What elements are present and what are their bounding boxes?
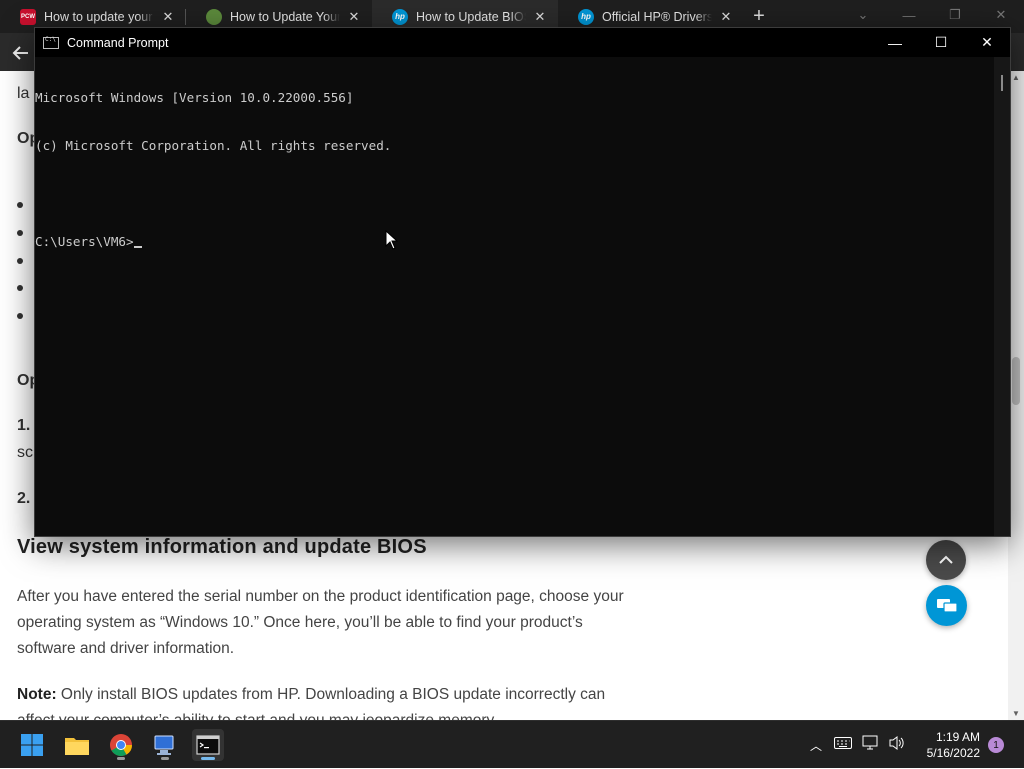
command-prompt-icon: [43, 36, 59, 49]
close-icon[interactable]: ✕: [718, 9, 734, 25]
bullet: [17, 285, 23, 291]
scroll-to-top-button[interactable]: [926, 540, 966, 580]
tab-title: Official HP® Drivers and Software: [602, 9, 712, 24]
clock-time: 1:19 AM: [935, 730, 980, 744]
tab-title: How to update your PC: [44, 9, 154, 24]
text-fragment: la: [17, 85, 30, 102]
minimize-icon[interactable]: —: [886, 0, 932, 30]
restore-icon[interactable]: ❐: [932, 0, 978, 30]
paragraph: After you have entered the serial number…: [17, 588, 624, 657]
notification-badge[interactable]: 1: [988, 737, 1004, 753]
scrollbar-thumb[interactable]: [1001, 75, 1003, 91]
clock-date: 5/16/2022: [926, 746, 980, 760]
cmd-scrollbar[interactable]: [994, 57, 1010, 536]
console-line: Microsoft Windows [Version 10.0.22000.55…: [35, 90, 354, 105]
hp-favicon-icon: hp: [578, 8, 594, 25]
bullet: [17, 202, 23, 208]
note-paragraph: Note: Only install BIOS updates from HP.…: [17, 682, 627, 720]
chrome-icon[interactable]: [105, 729, 137, 761]
maximize-icon[interactable]: ☐: [918, 28, 964, 57]
network-app-icon[interactable]: [149, 729, 181, 761]
console-prompt-line: C:\Users\VM6>: [35, 234, 995, 250]
close-icon[interactable]: ✕: [346, 9, 362, 25]
bullet: [17, 230, 23, 236]
system-tray: ︿: [806, 721, 908, 769]
close-icon[interactable]: ✕: [978, 0, 1024, 30]
site-favicon-icon: [206, 8, 222, 25]
note-text: Only install BIOS updates from HP. Downl…: [17, 686, 606, 720]
tab-title: How to Update Your Computer: [230, 9, 340, 24]
chevron-down-icon[interactable]: ⌄: [840, 0, 886, 30]
cmd-window-controls: — ☐ ✕: [872, 28, 1010, 57]
active-indicator: [201, 757, 215, 760]
network-icon[interactable]: [862, 735, 882, 756]
text-caret: [133, 246, 142, 248]
text-fragment: sc: [17, 444, 33, 461]
close-icon[interactable]: ✕: [532, 9, 548, 25]
note-label: Note:: [17, 686, 57, 703]
hp-favicon-icon: hp: [392, 8, 408, 25]
cmd-titlebar[interactable]: Command Prompt — ☐ ✕: [35, 28, 1010, 57]
bullet: [17, 258, 23, 264]
scrollbar-thumb[interactable]: [1012, 357, 1020, 405]
cmd-window-title: Command Prompt: [67, 35, 169, 50]
keyboard-icon[interactable]: [834, 736, 854, 754]
chat-button[interactable]: [926, 585, 967, 626]
running-indicator: [161, 757, 169, 760]
chat-icon: [936, 598, 958, 613]
section-heading: View system information and update BIOS: [17, 536, 427, 558]
close-icon[interactable]: ✕: [964, 28, 1010, 57]
clock[interactable]: 1:19 AM 5/16/2022: [920, 729, 980, 761]
file-explorer-icon[interactable]: [61, 729, 93, 761]
taskbar: ︿ 1:19 AM 5/16/2022 1: [0, 720, 1024, 768]
mouse-cursor-icon: [385, 230, 399, 250]
command-prompt-window[interactable]: Command Prompt — ☐ ✕ Microsoft Windows […: [34, 27, 1011, 537]
text-fragment: 2.: [17, 490, 31, 507]
browser-window-controls: ⌄ — ❐ ✕: [840, 0, 1024, 30]
scroll-down-arrow-icon[interactable]: ▼: [1012, 709, 1020, 718]
console-prompt: C:\Users\VM6>: [35, 234, 134, 249]
chevron-up-icon: [939, 555, 953, 564]
close-icon[interactable]: ✕: [160, 9, 176, 25]
tab-title: How to Update BIOS Safely: [416, 9, 526, 24]
bullet: [17, 313, 23, 319]
command-prompt-icon[interactable]: [192, 729, 224, 761]
scroll-up-arrow-icon[interactable]: ▲: [1012, 73, 1020, 82]
text-fragment: 1.: [17, 417, 31, 434]
start-icon[interactable]: [16, 729, 48, 761]
pcworld-favicon-icon: PCW: [20, 8, 36, 25]
chevron-up-icon[interactable]: ︿: [806, 737, 826, 754]
cmd-console-output[interactable]: Microsoft Windows [Version 10.0.22000.55…: [35, 57, 995, 536]
back-arrow-icon[interactable]: [8, 40, 34, 66]
volume-icon[interactable]: [888, 735, 908, 756]
minimize-icon[interactable]: —: [872, 28, 918, 57]
running-indicator: [117, 757, 125, 760]
console-line: (c) Microsoft Corporation. All rights re…: [35, 138, 392, 153]
